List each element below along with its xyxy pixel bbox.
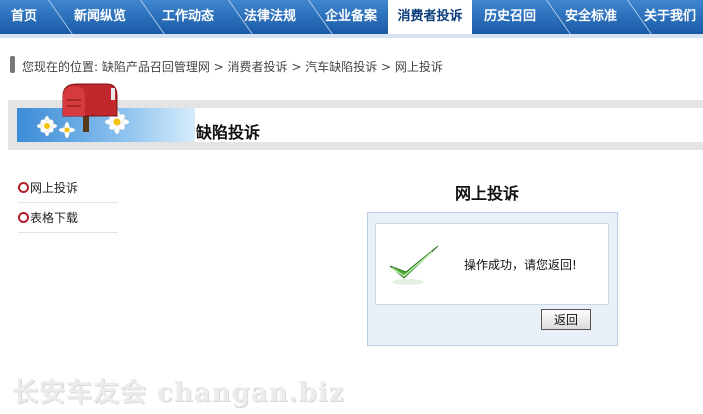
nav-item-home[interactable]: 首页 xyxy=(0,0,48,34)
mailbox-icon xyxy=(55,82,125,132)
breadcrumb: 您现在的位置: 缺陷产品召回管理网 > 消费者投诉 > 汽车缺陷投诉 > 网上投… xyxy=(22,60,443,74)
watermark: 长安车友会 changan.biz xyxy=(12,378,345,408)
nav-item-filing[interactable]: 企业备案 xyxy=(313,0,389,34)
nav-item-work[interactable]: 工作动态 xyxy=(150,0,226,34)
nav-item-about[interactable]: 关于我们 xyxy=(637,0,703,34)
sidebar-item-form-download[interactable]: 表格下载 xyxy=(30,209,78,226)
banner-title: 缺陷投诉 xyxy=(196,123,261,142)
menu-divider xyxy=(18,232,118,233)
nav-item-history[interactable]: 历史召回 xyxy=(474,0,546,34)
nav-underline xyxy=(0,34,703,38)
bullet-icon xyxy=(18,212,29,223)
sidebar-item-online-complaint[interactable]: 网上投诉 xyxy=(30,179,78,196)
checkmark-icon xyxy=(389,245,439,285)
back-button[interactable]: 返回 xyxy=(541,309,591,330)
nav-item-laws[interactable]: 法律法规 xyxy=(232,0,308,34)
success-message: 操作成功，请您返回! xyxy=(464,258,577,272)
nav-item-complaints[interactable]: 消费者投诉 xyxy=(388,0,472,34)
top-nav: 首页 新闻纵览 工作动态 法律法规 企业备案 消费者投诉 历史召回 安全标准 关… xyxy=(0,0,703,34)
nav-item-news[interactable]: 新闻纵览 xyxy=(62,0,138,34)
nav-item-standards[interactable]: 安全标准 xyxy=(555,0,627,34)
menu-divider xyxy=(18,202,118,203)
bullet-icon xyxy=(18,182,29,193)
page-title: 网上投诉 xyxy=(455,184,520,203)
breadcrumb-marker xyxy=(10,56,15,73)
banner-title-area xyxy=(195,108,703,142)
